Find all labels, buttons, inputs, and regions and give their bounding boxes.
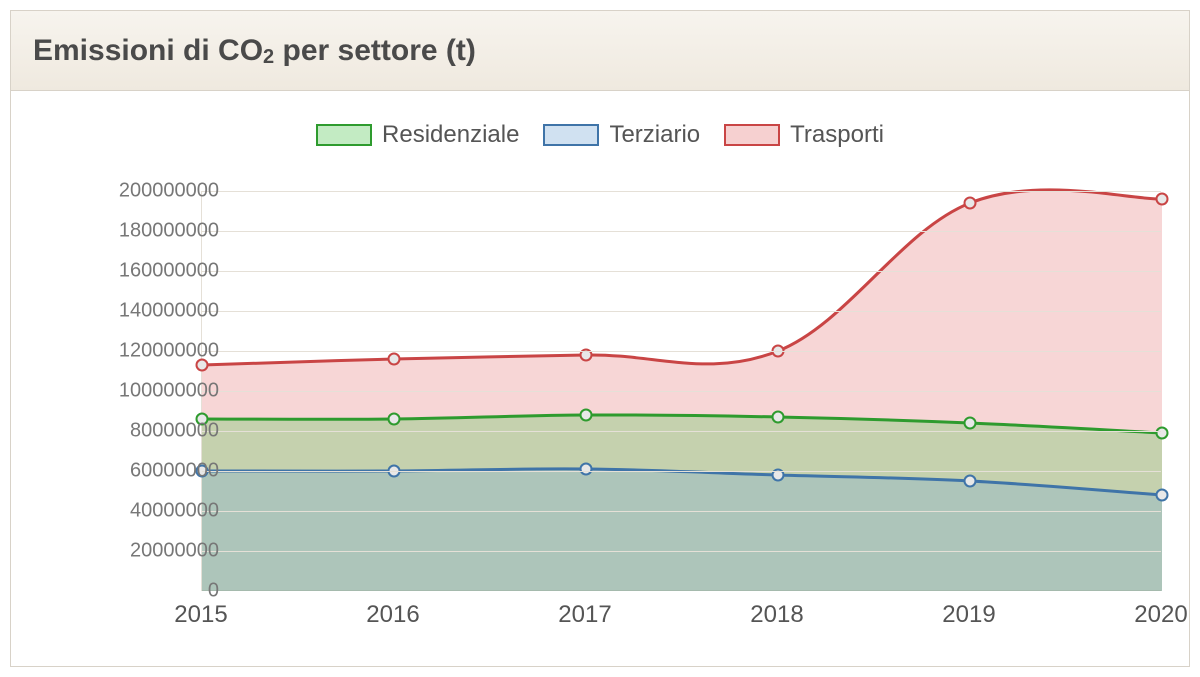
chart-area: Residenziale Terziario Trasporti 0 200000… [11, 91, 1189, 666]
data-point[interactable] [389, 354, 400, 365]
y-tick: 20000000 [49, 540, 219, 563]
grid-line [202, 551, 1161, 552]
legend-item-trasporti[interactable]: Trasporti [724, 121, 884, 149]
grid-line [202, 191, 1161, 192]
y-tick: 140000000 [49, 300, 219, 323]
x-tick: 2015 [174, 601, 227, 629]
grid-line [202, 311, 1161, 312]
x-tick: 2017 [558, 601, 611, 629]
grid-line [202, 351, 1161, 352]
y-tick: 180000000 [49, 220, 219, 243]
legend-item-residenziale[interactable]: Residenziale [316, 121, 519, 149]
grid-line [202, 271, 1161, 272]
y-tick: 120000000 [49, 340, 219, 363]
swatch-terziario [543, 124, 599, 146]
legend-item-terziario[interactable]: Terziario [543, 121, 700, 149]
legend: Residenziale Terziario Trasporti [11, 121, 1189, 149]
y-tick: 100000000 [49, 380, 219, 403]
legend-label-residenziale: Residenziale [382, 121, 519, 149]
y-tick: 60000000 [49, 460, 219, 483]
x-tick: 2020 [1134, 601, 1187, 629]
grid-line [202, 231, 1161, 232]
grid-line [202, 471, 1161, 472]
y-tick: 40000000 [49, 500, 219, 523]
panel-header: Emissioni di CO2 per settore (t) [11, 11, 1189, 91]
grid-line [202, 431, 1161, 432]
x-tick: 2019 [942, 601, 995, 629]
grid-line [202, 511, 1161, 512]
y-tick: 0 [49, 580, 219, 603]
chart-panel: Emissioni di CO2 per settore (t) Residen… [10, 10, 1190, 667]
data-point[interactable] [1157, 490, 1168, 501]
x-tick: 2016 [366, 601, 419, 629]
data-point[interactable] [581, 464, 592, 475]
swatch-trasporti [724, 124, 780, 146]
legend-label-trasporti: Trasporti [790, 121, 884, 149]
data-point[interactable] [1157, 194, 1168, 205]
plot-area [201, 191, 1161, 591]
x-tick: 2018 [750, 601, 803, 629]
series-area [202, 469, 1162, 591]
y-tick: 80000000 [49, 420, 219, 443]
data-point[interactable] [965, 476, 976, 487]
swatch-residenziale [316, 124, 372, 146]
y-tick: 160000000 [49, 260, 219, 283]
data-point[interactable] [965, 198, 976, 209]
data-point[interactable] [773, 412, 784, 423]
legend-label-terziario: Terziario [609, 121, 700, 149]
data-point[interactable] [581, 410, 592, 421]
data-point[interactable] [389, 414, 400, 425]
chart-title: Emissioni di CO2 per settore (t) [33, 34, 476, 68]
grid-line [202, 391, 1161, 392]
y-tick: 200000000 [49, 180, 219, 203]
data-point[interactable] [965, 418, 976, 429]
data-point[interactable] [1157, 428, 1168, 439]
